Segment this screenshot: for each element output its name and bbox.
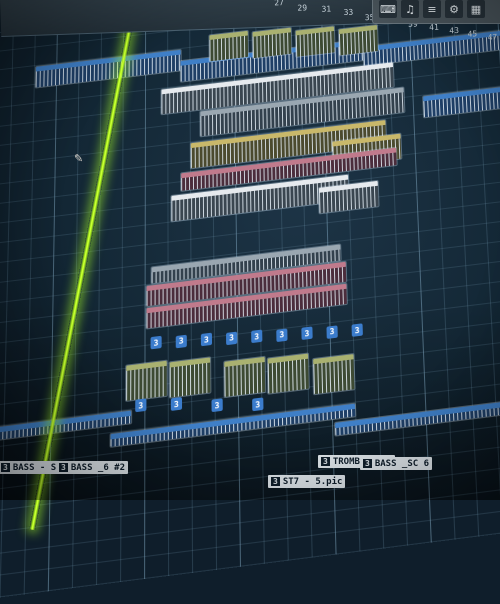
track-label[interactable]: 3 BASS _SC 6 bbox=[360, 457, 433, 470]
keyboard-icon[interactable]: ⌨ bbox=[379, 0, 397, 18]
audio-clip[interactable] bbox=[109, 402, 357, 448]
audio-clip[interactable] bbox=[362, 28, 500, 67]
music-note-icon[interactable]: ♫ bbox=[401, 0, 419, 18]
bar-number: 47 bbox=[487, 32, 498, 43]
audio-clip[interactable] bbox=[266, 352, 310, 395]
pattern-block[interactable]: 3 bbox=[211, 398, 223, 413]
pattern-block[interactable]: 3 bbox=[251, 329, 263, 344]
audio-clip[interactable] bbox=[312, 352, 356, 396]
bar-number: 25 bbox=[252, 0, 262, 1]
audio-clip[interactable] bbox=[223, 355, 267, 399]
plugin-icon[interactable]: ⚙ bbox=[445, 0, 463, 18]
pattern-block[interactable]: 3 bbox=[351, 323, 363, 337]
audio-clip[interactable] bbox=[317, 179, 380, 215]
bottom-track-labels: 3BASS - SC 6 3BASS _6 #2 3TROMBO_SC 6 3B… bbox=[0, 455, 500, 500]
playlist-view: 3333333333333 25 27 29 31 33 35 37 39 41… bbox=[0, 0, 500, 604]
audio-clip[interactable] bbox=[334, 392, 500, 437]
track-label[interactable]: 3 BASS _6 #2 bbox=[56, 461, 129, 474]
audio-clip[interactable] bbox=[34, 48, 182, 89]
pattern-block[interactable]: 3 bbox=[301, 326, 313, 340]
pattern-block[interactable]: 3 bbox=[200, 332, 212, 347]
bar-number: 31 bbox=[321, 4, 332, 14]
bar-number: 43 bbox=[449, 26, 460, 36]
mouse-cursor-icon: ✎ bbox=[74, 152, 84, 165]
view-toolbar: ⌨ ♫ ≡ ⚙ ▦ bbox=[372, 0, 500, 24]
audio-clip[interactable] bbox=[337, 23, 379, 57]
pattern-block[interactable]: 3 bbox=[175, 334, 187, 348]
pattern-block[interactable]: 3 bbox=[135, 398, 147, 413]
pattern-block[interactable]: 3 bbox=[150, 335, 162, 350]
track-label[interactable]: 3 ST7 - 5.pic bbox=[268, 475, 346, 488]
audio-clip[interactable] bbox=[422, 80, 500, 119]
bar-number: 45 bbox=[467, 29, 478, 39]
pattern-block[interactable]: 3 bbox=[226, 331, 238, 345]
bar-number: 41 bbox=[429, 22, 440, 33]
audio-clip[interactable] bbox=[251, 26, 293, 60]
audio-clip[interactable] bbox=[168, 356, 212, 399]
audio-clip[interactable] bbox=[208, 29, 250, 63]
pattern-block[interactable]: 3 bbox=[326, 324, 338, 339]
bar-number: 29 bbox=[297, 3, 308, 13]
audio-clip[interactable] bbox=[125, 359, 168, 403]
pattern-block[interactable]: 3 bbox=[252, 397, 264, 412]
pattern-block[interactable]: 3 bbox=[276, 327, 288, 342]
bar-number: 27 bbox=[274, 0, 285, 8]
bar-number: 33 bbox=[343, 7, 354, 18]
channel-rack-icon[interactable]: ▦ bbox=[467, 0, 485, 18]
mixer-icon[interactable]: ≡ bbox=[423, 0, 441, 18]
audio-clip[interactable] bbox=[294, 25, 336, 58]
pattern-block[interactable]: 3 bbox=[170, 397, 182, 411]
